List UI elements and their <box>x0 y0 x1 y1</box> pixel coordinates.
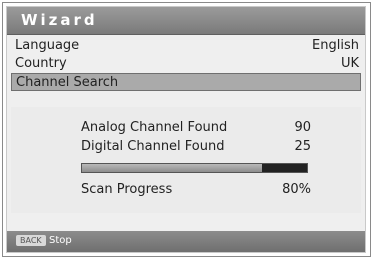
scan-progress-label: Scan Progress <box>81 182 173 197</box>
window-title: Wizard <box>21 11 98 29</box>
digital-channel-stat: Digital Channel Found 25 <box>81 138 311 156</box>
scan-progress-percent: 80% <box>282 182 311 197</box>
menu-item-label: Channel Search <box>16 75 119 90</box>
menu-item-language[interactable]: Language English <box>11 37 361 55</box>
menu-item-value: English <box>312 38 359 53</box>
menu-item-value: UK <box>340 56 359 71</box>
menu-item-channel-search[interactable]: Channel Search <box>11 73 361 91</box>
title-bar: Wizard <box>7 7 365 35</box>
footer-bar: BACK Stop <box>7 231 365 252</box>
menu-item-country[interactable]: Country UK <box>11 55 361 73</box>
scan-progress-bar <box>81 163 308 173</box>
scan-progress-fill <box>82 164 262 172</box>
menu-item-label: Language <box>15 38 80 53</box>
analog-channel-count: 90 <box>294 120 311 135</box>
stop-label: Stop <box>49 235 72 246</box>
wizard-window: Wizard Language English Country UK Chann… <box>6 6 366 253</box>
digital-channel-label: Digital Channel Found <box>81 139 225 154</box>
menu-item-label: Country <box>15 56 67 71</box>
channel-search-panel: Analog Channel Found 90 Digital Channel … <box>11 107 361 213</box>
analog-channel-stat: Analog Channel Found 90 <box>81 119 311 137</box>
scan-progress-stat: Scan Progress 80% <box>81 181 311 199</box>
analog-channel-label: Analog Channel Found <box>81 120 228 135</box>
tv-frame: Wizard Language English Country UK Chann… <box>2 2 371 257</box>
digital-channel-count: 25 <box>294 139 311 154</box>
back-key-badge[interactable]: BACK <box>16 235 46 246</box>
